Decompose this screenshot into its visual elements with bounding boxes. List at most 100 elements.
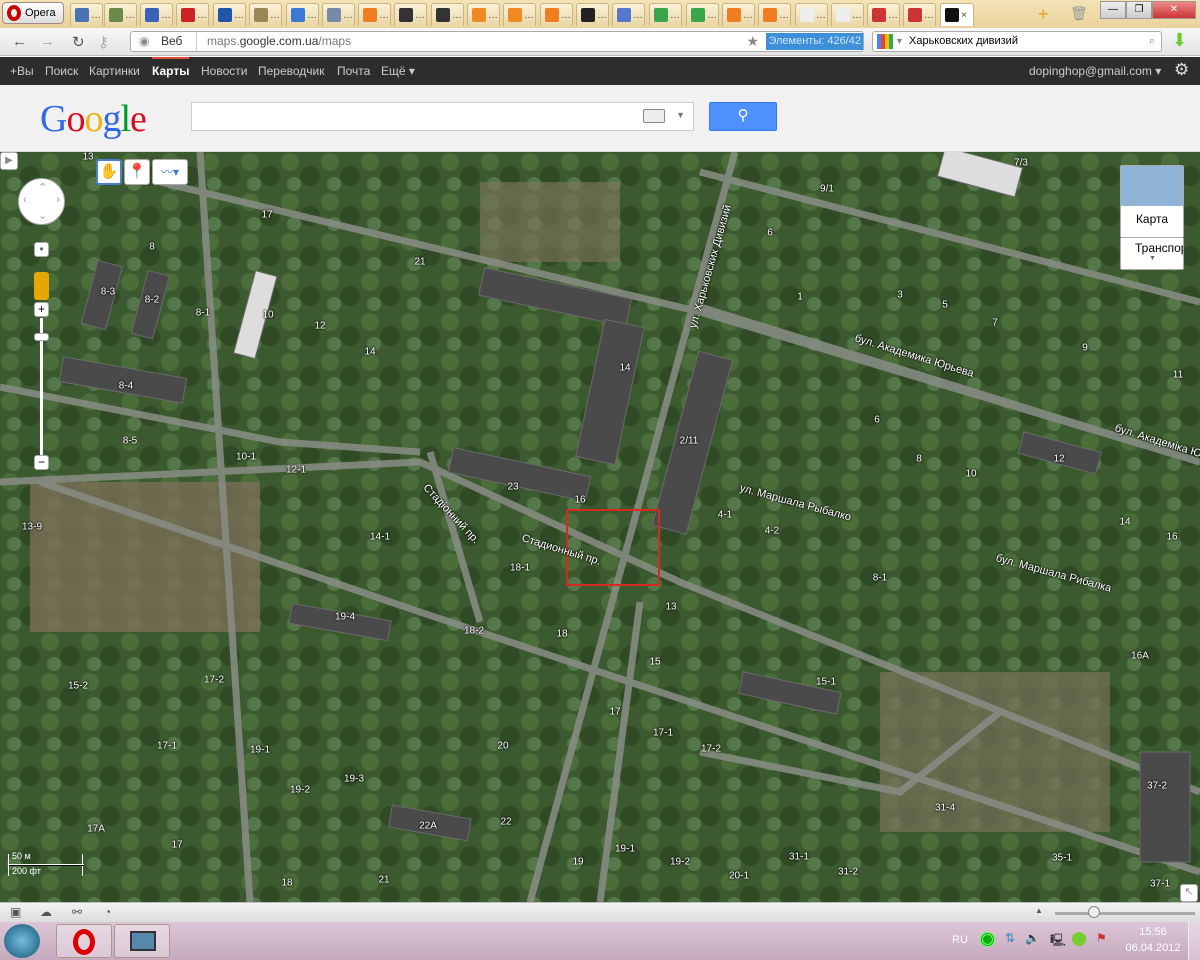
browser-tab[interactable]: … [394,3,427,26]
browser-tab[interactable]: … [70,3,103,26]
page-zoom-slider[interactable] [1055,912,1195,915]
browser-tab[interactable]: … [213,3,246,26]
browser-tab[interactable]: … [503,3,536,26]
browser-tab[interactable]: … [576,3,609,26]
browser-tab[interactable]: … [722,3,755,26]
tab-favicon-icon [581,8,595,22]
browser-tab[interactable]: … [831,3,864,26]
maps-search-input[interactable]: ▼ [191,102,694,131]
toggle-panel-button[interactable]: ▶ [0,152,18,170]
taskbar-monitor-app[interactable] [114,924,170,958]
tab-title: … [270,9,280,21]
browser-tab[interactable]: … [758,3,791,26]
url-field[interactable]: ◉ Веб maps.google.com.ua/maps ★ Элементы:… [130,31,864,52]
gbar-maps[interactable]: Карты [152,57,190,78]
taskbar-opera[interactable] [56,924,112,958]
tab-title: … [707,9,717,21]
browser-tab[interactable]: … [322,3,355,26]
tab-favicon-icon [254,8,268,22]
layers-dropdown[interactable]: Транспор ▼ [1120,237,1184,270]
overview-map-toggle[interactable]: ↖ [1180,884,1198,902]
volume-icon[interactable]: 🔈 [1025,931,1040,945]
gbar-mail[interactable]: Почта [337,64,370,78]
zoom-reset-icon[interactable]: • [34,242,49,257]
chevron-down-icon[interactable]: ▼ [676,110,685,120]
search-icon[interactable]: ⌕ [1149,32,1155,51]
gbar-images[interactable]: Картинки [89,64,140,78]
page-zoom-handle[interactable] [1088,906,1100,918]
google-logo[interactable]: Google [40,97,147,141]
zoom-slider-handle[interactable] [34,333,49,341]
browser-tab[interactable]: … [176,3,209,26]
browser-tab[interactable]: … [431,3,464,26]
tray-sync-icon[interactable]: ⇅ [1005,931,1015,945]
browser-tab[interactable]: … [867,3,900,26]
account-menu[interactable]: dopinghop@gmail.com ▾ [1029,64,1161,78]
language-indicator[interactable]: RU [952,934,968,946]
tab-favicon-icon [145,8,159,22]
browser-tab[interactable]: … [286,3,319,26]
pegman-icon[interactable] [34,272,49,300]
gbar-plus-you[interactable]: +Вы [10,64,34,78]
browser-tab[interactable]: … [795,3,828,26]
hand-tool-icon[interactable]: ✋ [96,159,122,185]
placemark-tool-icon[interactable]: 📍 [124,159,150,185]
zoom-out-button[interactable]: − [34,455,49,470]
pan-control[interactable]: ⌃ ⌄ ‹ › [18,178,65,225]
browser-tab[interactable]: … [540,3,573,26]
network-icon[interactable]: 🖳 [1050,931,1066,952]
clock-date[interactable]: 06.04.2012 [1124,942,1182,954]
trash-icon[interactable]: 🗑 [1070,5,1088,22]
reload-icon[interactable]: ↻ [72,33,85,51]
cloud-icon[interactable]: ☁ [40,905,52,919]
browser-tab[interactable]: … [903,3,936,26]
maximize-button[interactable]: ❐ [1126,1,1152,19]
chevron-down-icon[interactable]: ▼ [895,32,904,51]
map-type-button[interactable]: Карта [1120,165,1184,238]
minimize-button[interactable]: — [1100,1,1126,19]
tray-check-icon[interactable] [1072,932,1086,946]
zoom-menu-icon[interactable]: ▲ [1035,906,1043,915]
browser-tab[interactable]: … [686,3,719,26]
browser-tab[interactable]: … [467,3,500,26]
search-icon: ⚲ [737,107,749,124]
turbo-icon[interactable]: ◔ [104,905,111,919]
google-search-engine-icon[interactable] [877,34,893,49]
close-tab-icon[interactable]: × [961,10,967,21]
gear-icon[interactable]: ⚙ [1174,60,1189,80]
line-tool-icon[interactable]: 〰▾ [152,159,188,185]
satellite-map[interactable]: 13 17 8 8-3 8-2 8-1 10 12 21 14 8-4 8-5 10-1 12-1 13-9… [0,152,1200,902]
browser-tab[interactable]: … [358,3,391,26]
tab-favicon-icon [836,8,850,22]
back-icon[interactable]: ← [12,33,27,50]
browser-tab[interactable]: … [249,3,282,26]
browser-tab[interactable]: … [612,3,645,26]
active-tab-google-maps[interactable]: × [940,3,974,26]
zoom-in-button[interactable]: + [34,302,49,317]
gbar-news[interactable]: Новости [201,64,247,78]
search-button[interactable]: ⚲ [709,102,777,131]
unite-icon[interactable]: ⚯ [72,905,82,919]
opera-menu-button[interactable]: Opera [2,2,64,24]
tray-app-icon[interactable] [980,932,995,947]
browser-tab[interactable]: … [140,3,173,26]
panel-toggle-icon[interactable]: ▣ [10,905,21,919]
browser-tab[interactable]: … [649,3,682,26]
download-icon[interactable]: ⬇ [1172,30,1187,51]
gbar-more[interactable]: Ещё ▾ [381,64,415,78]
browser-tab[interactable]: … [104,3,137,26]
new-tab-icon[interactable]: + [1038,4,1049,25]
forward-icon[interactable]: → [40,33,55,50]
gbar-search[interactable]: Поиск [45,64,78,78]
action-center-flag-icon[interactable]: ⚑ [1096,931,1107,945]
browser-search-field[interactable]: ▼ Харьковских дивизий ⌕ [872,31,1162,52]
keyboard-icon[interactable] [643,109,665,123]
show-desktop-button[interactable] [1188,922,1200,960]
tab-title: … [488,9,498,21]
key-icon[interactable]: ⚷ [98,33,109,51]
close-button[interactable]: ✕ [1152,1,1196,19]
bookmark-star-icon[interactable]: ★ [746,32,759,51]
start-button[interactable] [4,924,40,958]
gbar-translate[interactable]: Переводчик [258,64,325,78]
clock-time[interactable]: 15:56 [1128,926,1178,938]
